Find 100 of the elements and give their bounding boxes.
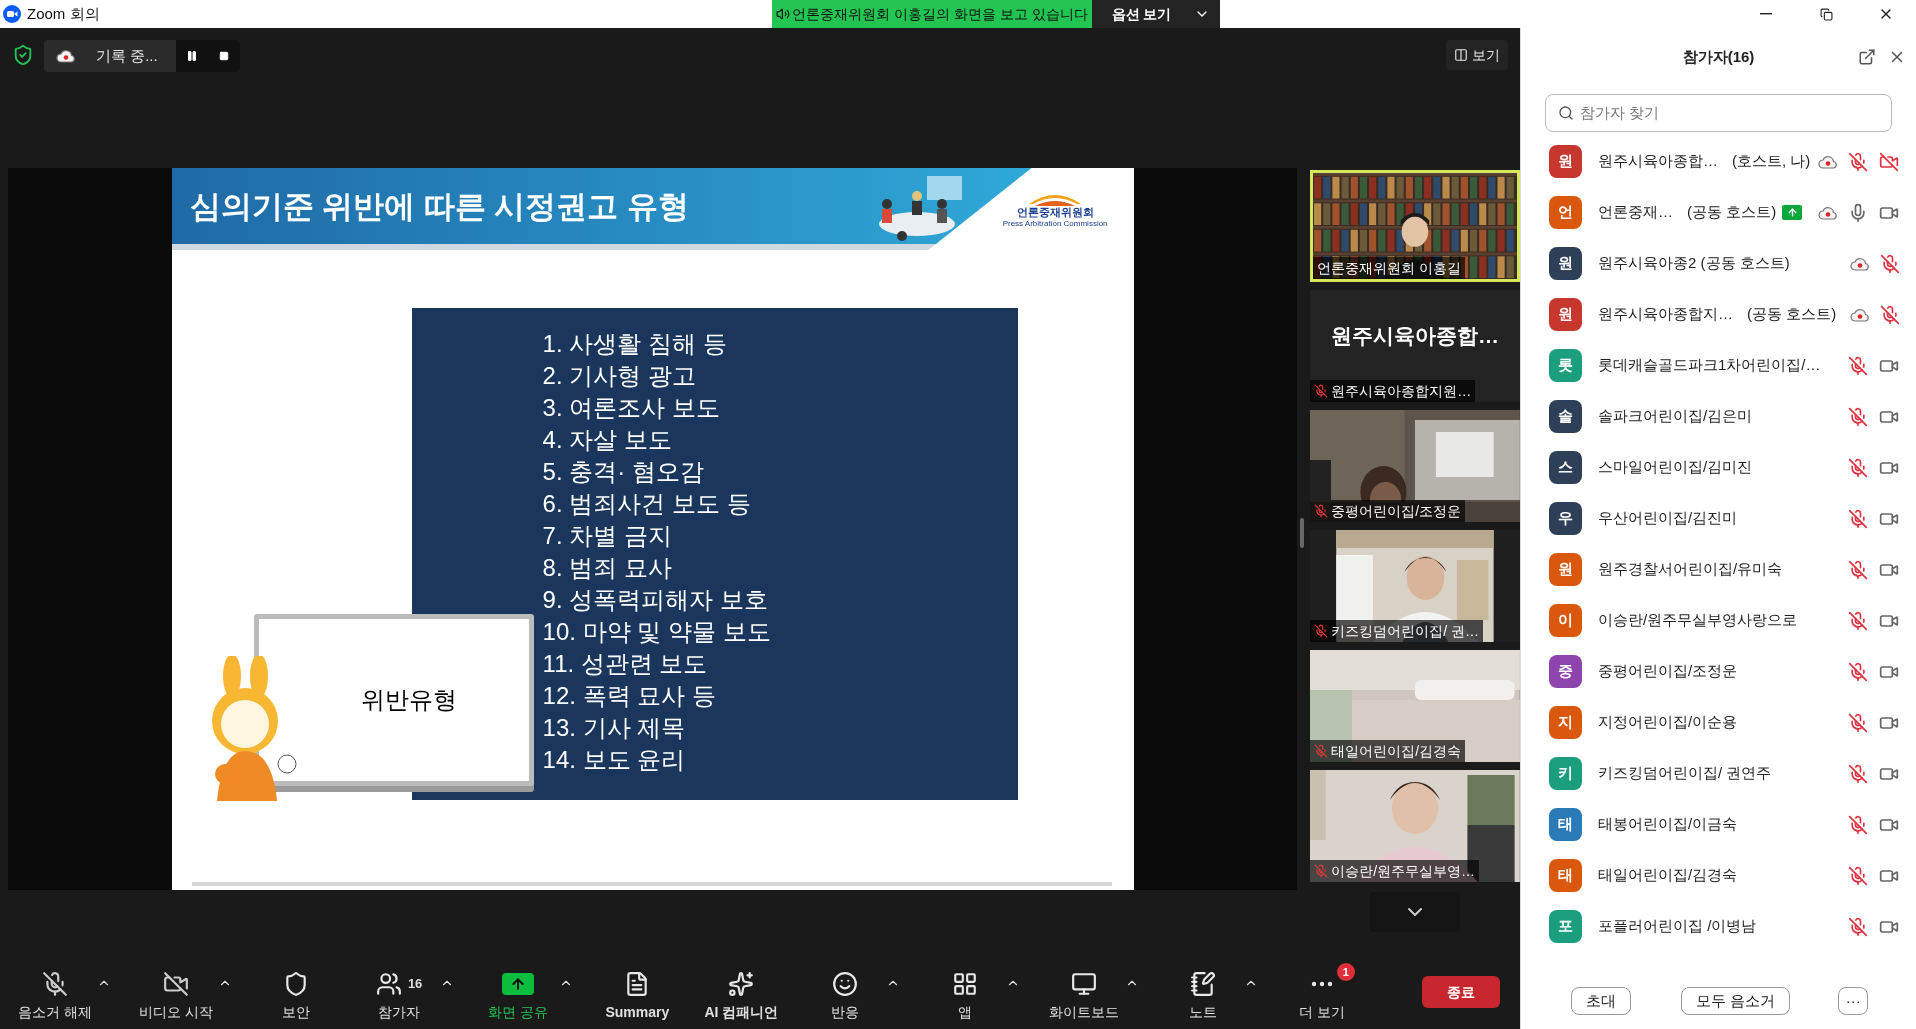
participant-display-name: 원주시육아종합… bbox=[1331, 323, 1500, 350]
participant-name: 태봉어린이집/이금숙 bbox=[1598, 814, 1738, 835]
participant-row[interactable]: 이 이승란/원주무실부영사랑으로 bbox=[1521, 595, 1916, 646]
video-tile[interactable]: 중평어린이집/조정운 bbox=[1310, 410, 1520, 522]
avatar-initial: 언 bbox=[1549, 196, 1582, 229]
participant-name: 원주시육아종합… bbox=[1598, 151, 1718, 172]
organization-subtitle: Press Arbitration Commission bbox=[1002, 219, 1108, 228]
apps-icon bbox=[951, 971, 978, 997]
more-options-button[interactable]: ··· bbox=[1838, 987, 1869, 1015]
video-tile[interactable]: 언론중재위원회 이홍길 bbox=[1310, 170, 1520, 282]
violation-type-item: 3. 여론조사 보도 bbox=[542, 393, 720, 423]
microphone-muted-icon bbox=[41, 971, 68, 997]
participant-row[interactable]: 롯 롯데캐슬골드파크1차어린이집/… bbox=[1521, 340, 1916, 391]
camera-off-icon bbox=[161, 971, 190, 997]
participant-name: 언론중재위원회 이홍길 bbox=[1317, 258, 1462, 278]
participant-name: 우산어린이집/김진미 bbox=[1598, 508, 1738, 529]
slide-title: 심의기준 위반에 따른 시정권고 유형 bbox=[189, 188, 689, 226]
search-icon bbox=[1558, 105, 1574, 121]
layout-icon bbox=[1454, 48, 1468, 62]
toolbar-button[interactable]: 앱 bbox=[924, 961, 1005, 1023]
window-title: Zoom 회의 bbox=[27, 3, 100, 24]
cloud-recording-icon bbox=[56, 49, 76, 63]
view-options-button[interactable]: 옵션 보기 bbox=[1091, 0, 1220, 28]
participant-row[interactable]: 우 우산어린이집/김진미 bbox=[1521, 493, 1916, 544]
splitter-handle[interactable] bbox=[1300, 518, 1305, 548]
violation-type-item: 8. 범죄 묘사 bbox=[542, 553, 672, 583]
participant-row[interactable]: 언 언론중재… (공동 호스트) bbox=[1521, 187, 1916, 238]
shield-icon bbox=[283, 971, 309, 997]
participant-name: 중평어린이집/조정운 bbox=[1331, 501, 1462, 521]
pause-icon bbox=[186, 50, 198, 62]
video-tile[interactable]: 태일어린이집/김경숙 bbox=[1310, 650, 1520, 762]
restore-icon bbox=[1819, 7, 1833, 21]
view-button[interactable]: 보기 bbox=[1446, 40, 1508, 70]
panel-action-button[interactable]: 초대 bbox=[1571, 987, 1631, 1015]
notification-badge: 1 bbox=[1336, 963, 1355, 981]
search-input[interactable]: 참가자 찾기 bbox=[1579, 101, 1879, 125]
participant-role: (호스트, 나) bbox=[1732, 151, 1811, 172]
pop-out-icon[interactable] bbox=[1858, 48, 1876, 66]
violation-type-item: 11. 성관련 보도 bbox=[542, 649, 708, 679]
participant-row[interactable]: 원 원주시육아종합… (호스트, 나) bbox=[1521, 136, 1916, 187]
participant-name: 원주시육아종합지원… bbox=[1331, 381, 1472, 401]
share-banner-text: 언론중재위원회 이홍길의 화면을 보고 있습니다 bbox=[792, 4, 1088, 24]
toolbar-button[interactable]: Summary bbox=[597, 961, 678, 1023]
participant-name: 중평어린이집/조정운 bbox=[1598, 661, 1738, 682]
organization-name: 언론중재위원회 bbox=[1016, 206, 1094, 219]
violation-type-item: 14. 보도 윤리 bbox=[542, 745, 686, 775]
participant-name: 키즈킹덤어린이집/ 권연주 bbox=[1598, 763, 1772, 784]
participant-name: 태일어린이집/김경숙 bbox=[1331, 741, 1462, 761]
participant-name: 원주시육아종합지… bbox=[1598, 304, 1733, 325]
share-screen-icon bbox=[502, 973, 535, 995]
avatar-initial: 이 bbox=[1549, 604, 1582, 637]
participant-row[interactable]: 중 중평어린이집/조정운 bbox=[1521, 646, 1916, 697]
recording-status: 기록 중... bbox=[96, 45, 159, 66]
stop-icon bbox=[219, 51, 229, 61]
participant-name: 원주경찰서어린이집/유미숙 bbox=[1598, 559, 1783, 580]
participant-row[interactable]: 스 스마일어린이집/김미진 bbox=[1521, 442, 1916, 493]
toolbar-button[interactable]: AI 컴패니언 bbox=[700, 961, 783, 1023]
end-meeting-button[interactable]: 종료 bbox=[1422, 976, 1500, 1008]
toolbar-button[interactable]: 반응 bbox=[805, 961, 886, 1023]
toolbar-button[interactable]: 1 더 보기 bbox=[1281, 961, 1362, 1023]
whiteboard-text: 위반유형 bbox=[360, 685, 457, 715]
pause-button[interactable] bbox=[176, 40, 208, 72]
participant-name: 지정어린이집/이순용 bbox=[1598, 712, 1738, 733]
participant-row[interactable]: 솔 솔파크어린이집/김은미 bbox=[1521, 391, 1916, 442]
participant-name: 원주시육아종2 (공동 호스트) bbox=[1598, 253, 1790, 274]
toolbar-button[interactable]: 보안 bbox=[256, 961, 336, 1023]
panel-title: 참가자(16) bbox=[1682, 46, 1755, 67]
participant-row[interactable]: 원 원주시육아종합지… (공동 호스트) bbox=[1521, 289, 1916, 340]
violation-type-item: 4. 자살 보도 bbox=[542, 425, 672, 455]
violation-type-item: 2. 기사형 광고 bbox=[542, 361, 696, 391]
notebook-icon bbox=[1189, 971, 1216, 997]
participant-name: 키즈킹덤어린이집/ 권… bbox=[1331, 621, 1479, 641]
participant-row[interactable]: 키 키즈킹덤어린이집/ 권연주 bbox=[1521, 748, 1916, 799]
avatar-initial: 중 bbox=[1549, 655, 1582, 688]
avatar-initial: 지 bbox=[1549, 706, 1582, 739]
violation-type-item: 1. 사생활 침해 등 bbox=[542, 329, 727, 359]
toolbar-button[interactable]: 비디오 시작 bbox=[135, 961, 217, 1023]
toolbar-button[interactable]: 화이트보드 bbox=[1043, 961, 1124, 1023]
panel-action-button[interactable]: 모두 음소거 bbox=[1681, 987, 1791, 1015]
toolbar-button[interactable]: 화면 공유 bbox=[478, 961, 559, 1023]
participant-row[interactable]: 태 태일어린이집/김경숙 bbox=[1521, 850, 1916, 901]
video-tile[interactable]: 이승란/원주무실부영… bbox=[1310, 770, 1520, 882]
search-field[interactable]: 참가자 찾기 bbox=[1545, 94, 1892, 132]
toolbar-button[interactable]: 음소거 해제 bbox=[14, 961, 96, 1023]
toolbar-button[interactable]: 노트 bbox=[1162, 961, 1243, 1023]
participant-row[interactable]: 포 포플러어린이집 /이병남 bbox=[1521, 901, 1916, 952]
participant-row[interactable]: 지 지정어린이집/이순용 bbox=[1521, 697, 1916, 748]
avatar-initial: 태 bbox=[1549, 859, 1582, 892]
participant-name: 언론중재… bbox=[1598, 202, 1673, 223]
toolbar-button[interactable]: 16 참가자 bbox=[359, 961, 440, 1023]
people-icon bbox=[375, 971, 402, 997]
avatar-initial: 롯 bbox=[1549, 349, 1582, 382]
minimize-icon bbox=[1760, 13, 1772, 15]
participant-row[interactable]: 원 원주경찰서어린이집/유미숙 bbox=[1521, 544, 1916, 595]
participant-name: 솔파크어린이집/김은미 bbox=[1598, 406, 1753, 427]
stop-button[interactable] bbox=[208, 40, 240, 72]
participant-row[interactable]: 원 원주시육아종2 (공동 호스트) bbox=[1521, 238, 1916, 289]
participant-count: 16 bbox=[407, 975, 423, 994]
video-tile[interactable]: 원주시육아종합… 원주시육아종합지원… bbox=[1310, 290, 1520, 402]
participant-row[interactable]: 태 태봉어린이집/이금숙 bbox=[1521, 799, 1916, 850]
